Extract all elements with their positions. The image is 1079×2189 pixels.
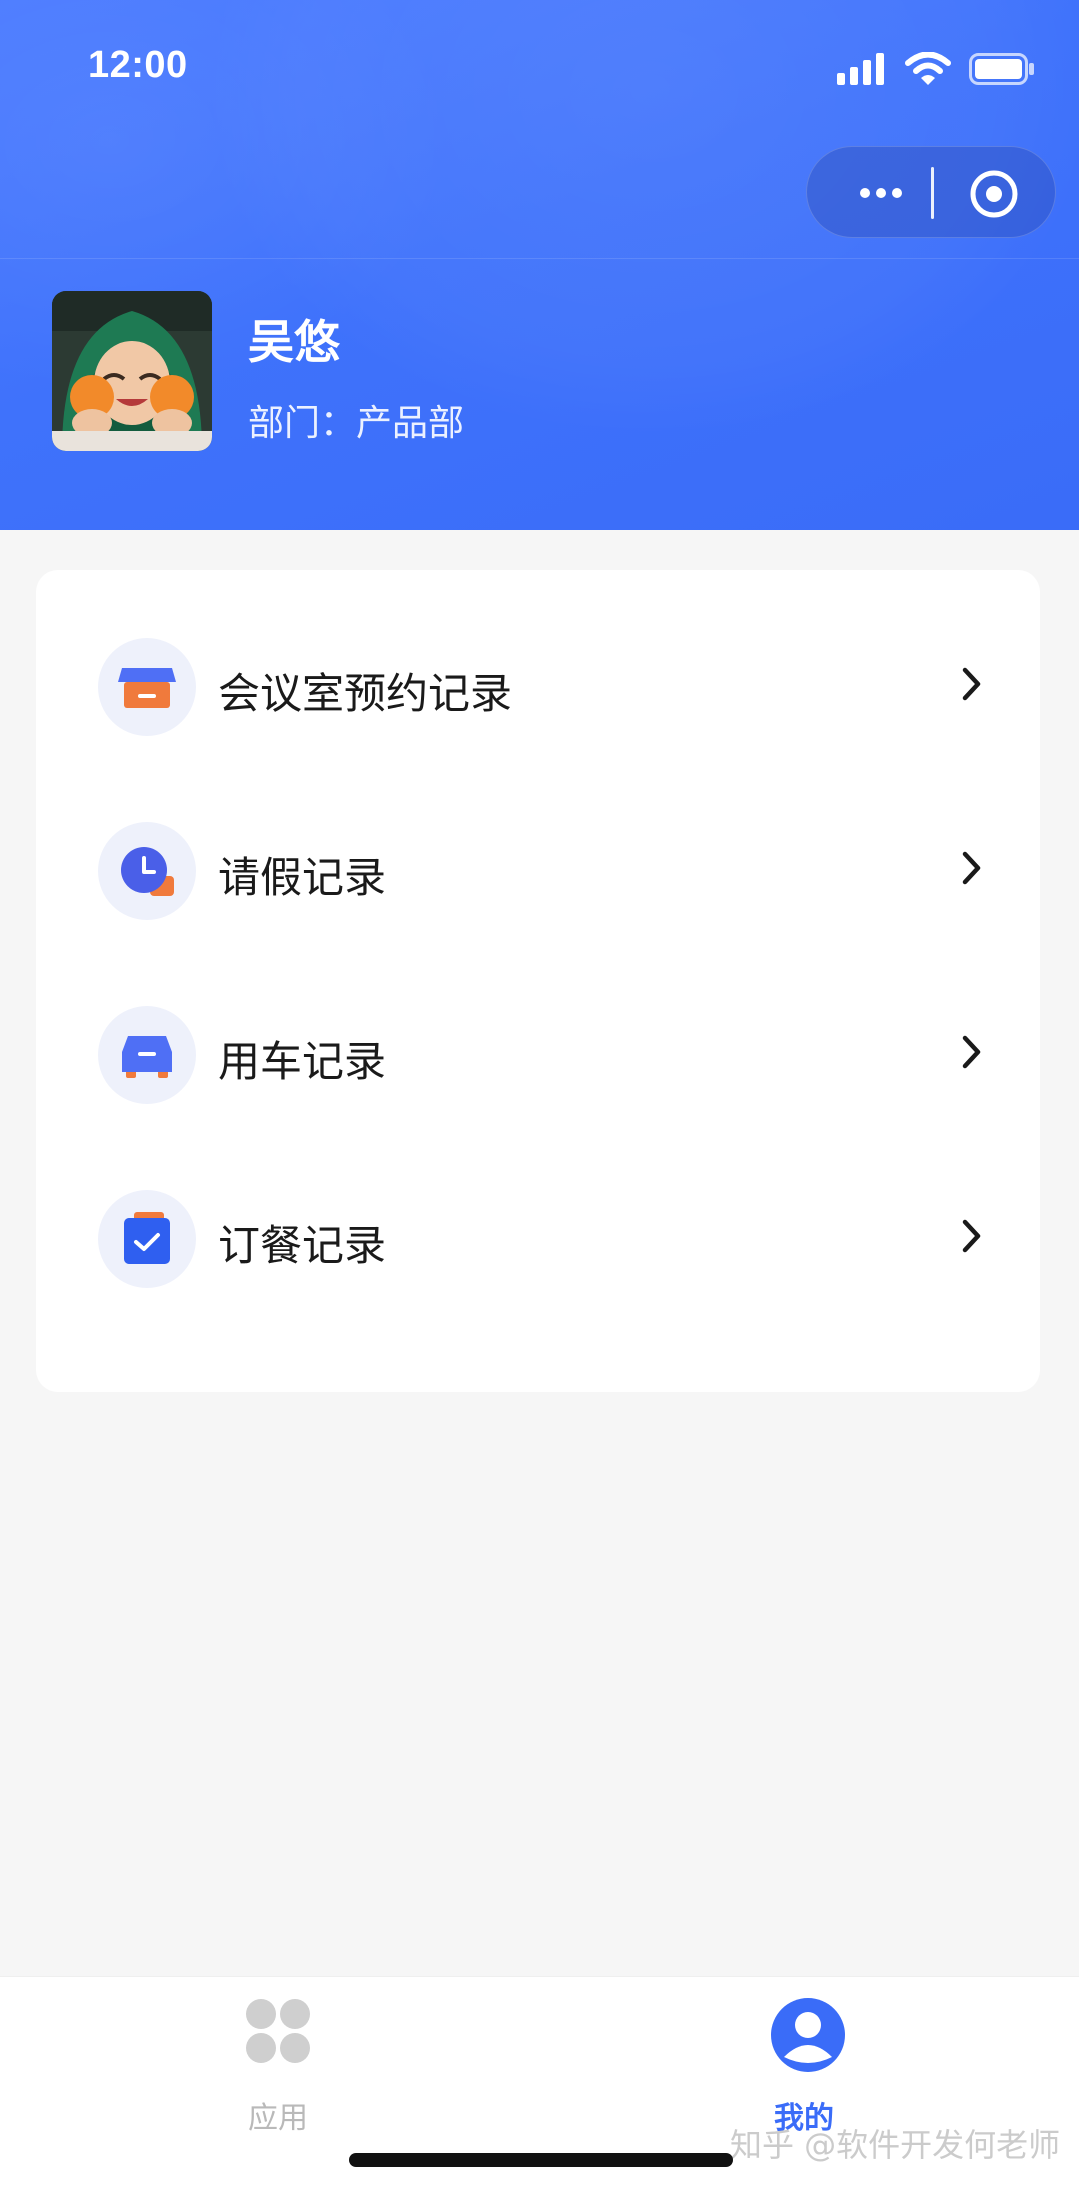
more-dots-icon[interactable]: [857, 177, 905, 209]
chevron-right-icon: [962, 851, 981, 885]
car-icon: [122, 1036, 172, 1078]
menu-item-label: 会议室预约记录: [218, 669, 513, 718]
menu-item-meeting-room[interactable]: 会议室预约记录: [36, 612, 1040, 762]
menu-icon-bg: [98, 822, 196, 920]
clock-leave-icon: [121, 847, 174, 896]
header-divider: [0, 258, 1079, 259]
wifi-icon: [905, 52, 951, 85]
capsule-separator: [931, 167, 934, 219]
menu-item-label: 请假记录: [218, 853, 387, 902]
clipboard-check-icon: [124, 1212, 170, 1264]
meeting-room-icon: [118, 668, 176, 708]
status-icons: [837, 52, 1035, 86]
menu-item-car[interactable]: 用车记录: [36, 980, 1040, 1130]
user-name: 吴悠: [248, 315, 340, 369]
chevron-right-icon: [962, 1035, 981, 1069]
user-profile-icon: [771, 1998, 845, 2072]
tab-mine[interactable]: 我的: [704, 1997, 904, 2136]
menu-item-label: 订餐记录: [218, 1221, 387, 1270]
status-time: 12:00: [88, 44, 188, 86]
apps-grid-icon: [246, 1999, 310, 2063]
menu-icon-bg: [98, 1190, 196, 1288]
department-label: 部门：产品部: [248, 403, 465, 444]
menu-item-meal[interactable]: 订餐记录: [36, 1164, 1040, 1314]
avatar-image: [52, 291, 212, 451]
profile-header: 12:00 吴悠 部门：产品部: [0, 0, 1079, 530]
chevron-right-icon: [962, 1219, 981, 1253]
signal-icon: [837, 53, 884, 85]
tab-apps[interactable]: 应用: [178, 1997, 378, 2136]
menu-item-leave[interactable]: 请假记录: [36, 796, 1040, 946]
menu-item-label: 用车记录: [218, 1037, 387, 1086]
home-indicator: [349, 2153, 733, 2167]
menu-icon-bg: [98, 1006, 196, 1104]
miniprogram-capsule: [806, 146, 1056, 238]
records-card: 会议室预约记录 请假记录 用车记录 订餐记录: [36, 570, 1040, 1392]
avatar[interactable]: [52, 291, 212, 451]
target-circle-icon[interactable]: [969, 169, 1019, 219]
menu-icon-bg: [98, 638, 196, 736]
watermark: 知乎 @软件开发何老师: [730, 2126, 1061, 2164]
chevron-right-icon: [962, 667, 981, 701]
tab-label: 应用: [248, 2101, 308, 2136]
battery-icon: [969, 53, 1034, 85]
